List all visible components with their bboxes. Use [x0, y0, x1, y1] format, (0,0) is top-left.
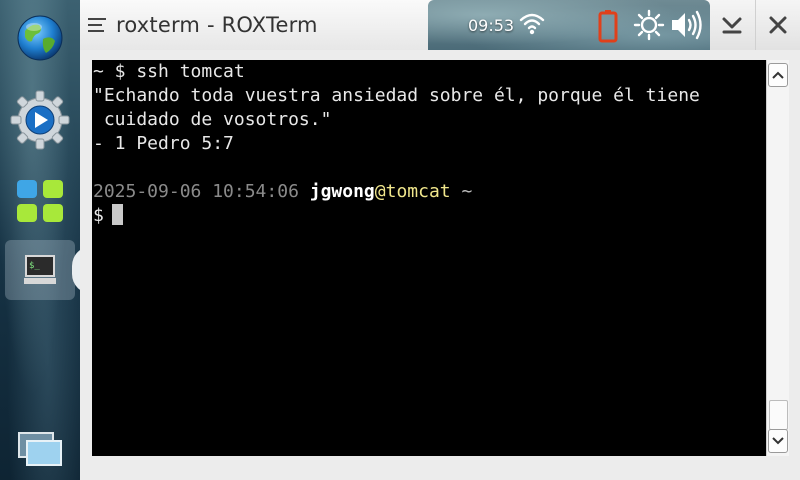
prompt-user: jgwong — [309, 181, 375, 202]
prompt-symbol: $ — [93, 205, 104, 226]
windows-stack-icon — [18, 432, 62, 466]
terminal-line: - 1 Pedro 5:7 — [93, 133, 234, 154]
vertical-scrollbar[interactable] — [766, 60, 789, 456]
terminal-line: "Echando toda vuestra ansiedad sobre él,… — [93, 85, 700, 106]
scrollbar-thumb[interactable] — [769, 400, 788, 430]
terminal-task-button[interactable]: $_ — [5, 240, 75, 300]
close-button[interactable] — [754, 0, 800, 50]
window-menu-button[interactable]: roxterm - ROXTerm — [80, 0, 428, 50]
minimize-button[interactable] — [710, 0, 755, 50]
window-title: roxterm - ROXTerm — [116, 13, 318, 37]
window-controls — [710, 0, 800, 50]
chevron-up-icon — [772, 71, 784, 79]
text-cursor — [111, 204, 123, 225]
prompt-input-line[interactable]: $ — [92, 204, 766, 228]
brightness-icon — [633, 9, 665, 41]
svg-text:$_: $_ — [29, 261, 40, 271]
app-menu-launcher[interactable] — [5, 170, 75, 230]
globe-icon — [17, 15, 63, 61]
task-switcher-button[interactable] — [5, 420, 75, 480]
app-grid-icon — [17, 180, 63, 222]
prompt-host: tomcat — [385, 181, 451, 202]
task-navigator-sidebar: $_ — [0, 0, 92, 480]
roxterm-window: roxterm - ROXTerm 09:53 ~ $ ssh tomcat "… — [80, 0, 800, 480]
play-gear-icon — [10, 90, 70, 150]
prompt-at: @ — [374, 181, 386, 202]
scroll-down-button[interactable] — [768, 429, 788, 453]
menu-icon — [88, 18, 106, 32]
browser-launcher[interactable] — [5, 8, 75, 68]
chevron-down-icon — [722, 17, 742, 34]
prompt-info-line: 2025-09-06 10:54:06 jgwong@tomcat ~ — [92, 180, 766, 204]
terminal-line: ~ $ ssh tomcat — [93, 61, 245, 82]
terminal-icon: $_ — [24, 255, 56, 284]
battery-icon — [598, 10, 618, 43]
wifi-icon — [519, 13, 545, 35]
volume-icon — [672, 10, 702, 40]
status-area[interactable]: 09:53 — [428, 0, 710, 50]
scroll-up-button[interactable] — [768, 63, 788, 87]
media-player-launcher[interactable] — [5, 90, 75, 150]
prompt-date: 2025-09-06 10:54:06 — [93, 181, 299, 202]
terminal-output[interactable]: ~ $ ssh tomcat "Echando toda vuestra ans… — [92, 60, 766, 456]
chevron-down-icon — [772, 437, 784, 445]
clock: 09:53 — [468, 15, 515, 35]
title-bar: roxterm - ROXTerm 09:53 — [80, 0, 800, 50]
close-icon — [769, 16, 787, 34]
prompt-dir: ~ — [461, 181, 473, 202]
terminal-line: cuidado de vosotros." — [93, 109, 332, 130]
